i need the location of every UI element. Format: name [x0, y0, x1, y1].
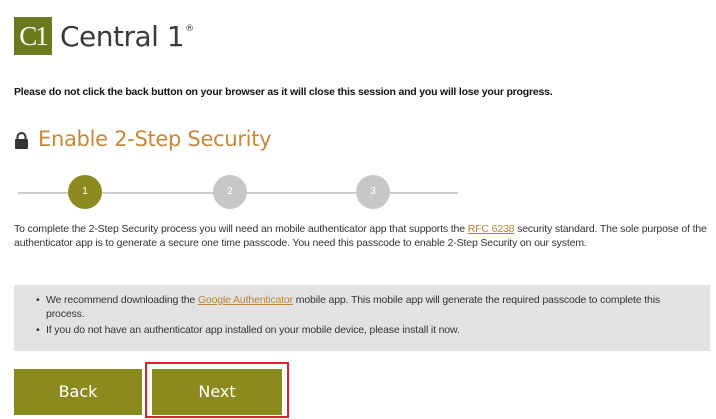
page-title: Enable 2-Step Security [38, 127, 272, 151]
intro-part1: To complete the 2-Step Security process … [14, 223, 468, 235]
step-2-indicator: 2 [213, 175, 247, 209]
brand-name: Central 1® [60, 20, 194, 53]
recommendation-before: We recommend downloading the [46, 294, 198, 306]
recommendation-item: We recommend downloading the Google Auth… [36, 293, 696, 321]
lock-icon [14, 131, 29, 149]
rfc-6238-link[interactable]: RFC 6238 [468, 223, 515, 235]
brand-text: Central 1 [60, 19, 185, 53]
step-1-indicator: 1 [68, 175, 102, 209]
install-instruction-item: If you do not have an authenticator app … [36, 323, 696, 337]
back-button-warning: Please do not click the back button on y… [14, 86, 553, 98]
back-button[interactable]: Back [14, 369, 142, 415]
progress-stepper: 1 2 3 [18, 175, 458, 211]
intro-text: To complete the 2-Step Security process … [14, 222, 709, 250]
page-heading: Enable 2-Step Security [14, 127, 272, 151]
central1-logo-icon: C1 [14, 17, 52, 55]
step-3-indicator: 3 [356, 175, 390, 209]
trademark: ® [185, 23, 194, 34]
header: C1 Central 1® [14, 16, 194, 56]
recommendation-box: We recommend downloading the Google Auth… [14, 285, 710, 351]
next-button[interactable]: Next [152, 369, 282, 415]
google-authenticator-link[interactable]: Google Authenticator [198, 294, 293, 306]
